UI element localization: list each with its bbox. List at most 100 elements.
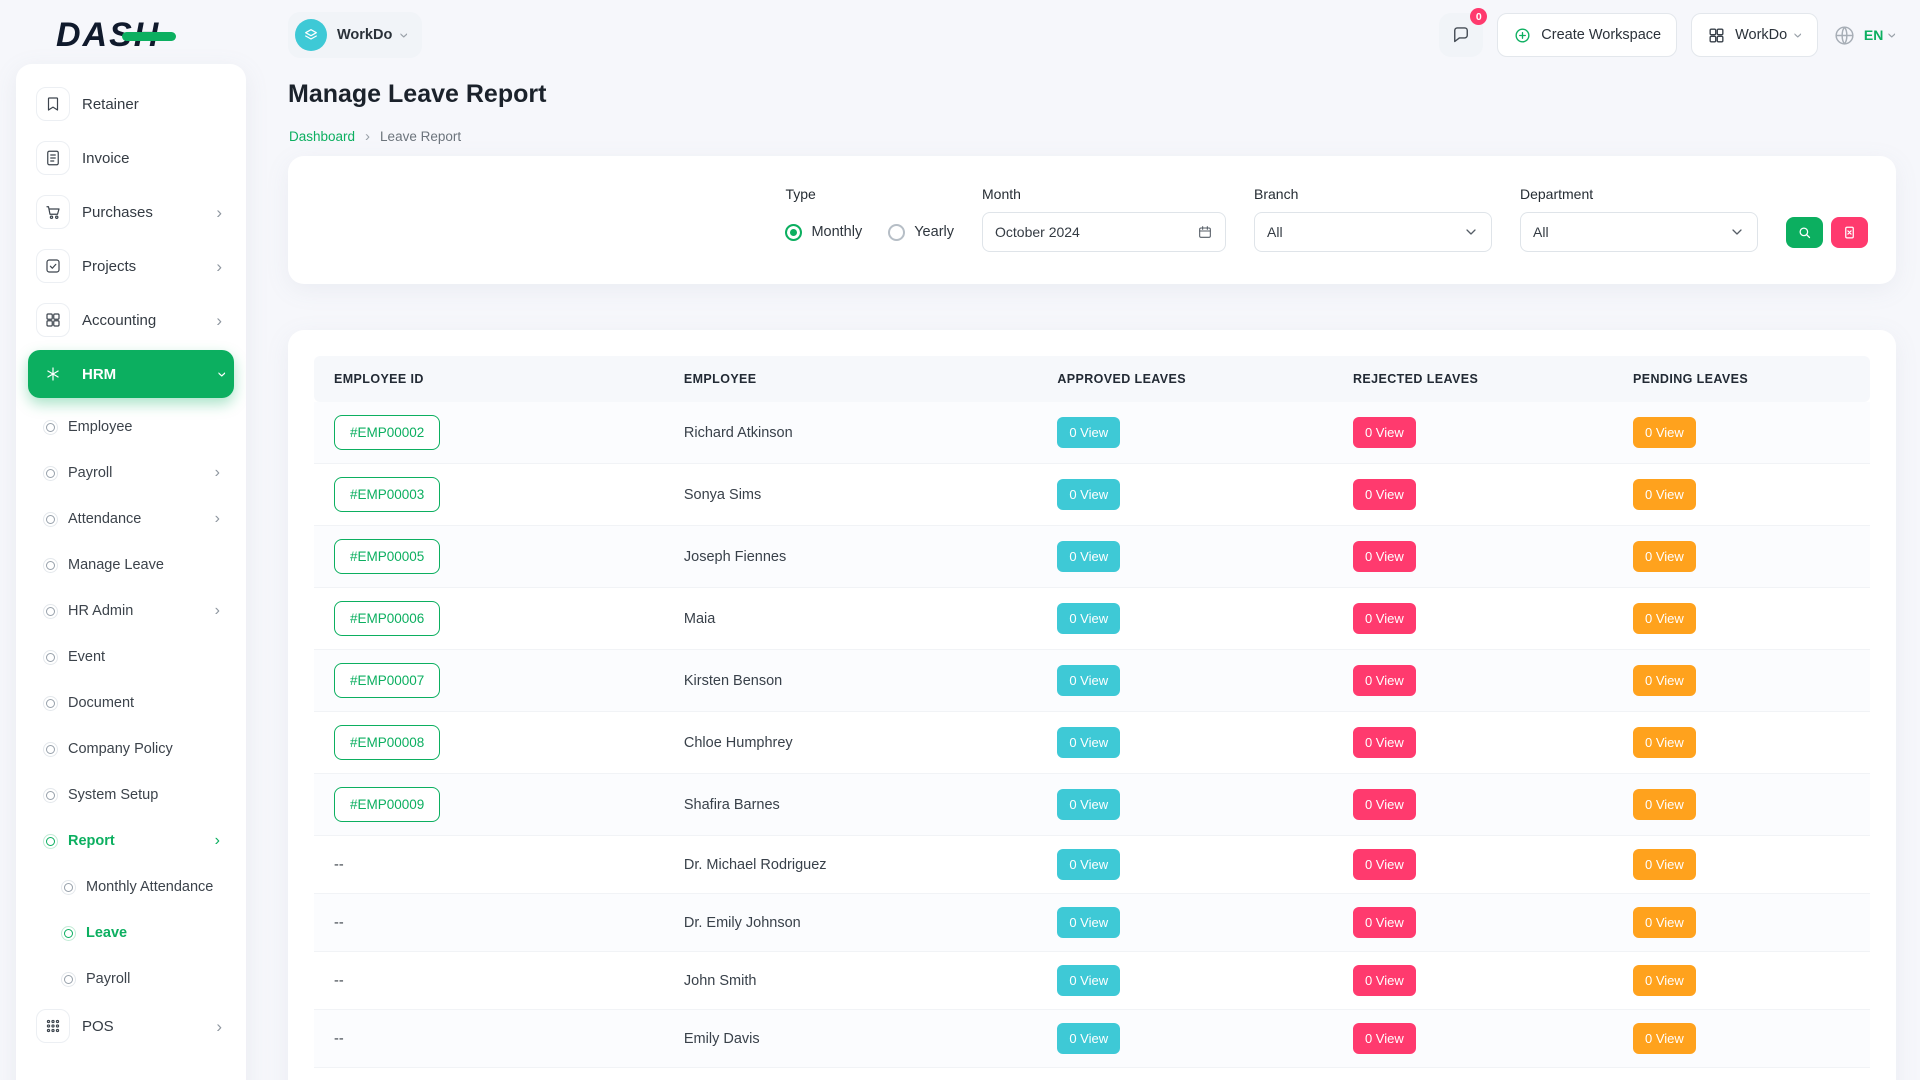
sidebar-item-document[interactable]: Document xyxy=(28,680,234,726)
department-value: All xyxy=(1533,224,1549,240)
sidebar-item-monthly-attendance[interactable]: Monthly Attendance xyxy=(28,864,234,910)
month-label: Month xyxy=(982,186,1226,202)
pending-leaves-view-button[interactable]: 0 View xyxy=(1633,417,1696,448)
sidebar-item-hrm[interactable]: HRM› xyxy=(28,350,234,398)
employee-name-cell: James Brown xyxy=(672,1068,1045,1080)
pending-leaves-view-button[interactable]: 0 View xyxy=(1633,965,1696,996)
approved-leaves-view-button[interactable]: 0 View xyxy=(1057,907,1120,938)
approved-leaves-view-button[interactable]: 0 View xyxy=(1057,727,1120,758)
chevron-down-icon xyxy=(1463,224,1479,240)
table-row: --Emily Davis0 View0 View0 View xyxy=(314,1010,1870,1068)
sidebar-item-accounting[interactable]: Accounting› xyxy=(28,296,234,344)
employee-id-button[interactable]: #EMP00007 xyxy=(334,663,440,698)
employee-id-cell: #EMP00002 xyxy=(314,402,672,464)
branch-label: Branch xyxy=(1254,186,1492,202)
month-input[interactable]: October 2024 xyxy=(982,212,1226,252)
sidebar-item-label: Accounting xyxy=(82,312,156,329)
sidebar-item-report[interactable]: Report› xyxy=(28,818,234,864)
pending-leaves-view-button[interactable]: 0 View xyxy=(1633,907,1696,938)
approved-leaves-view-button[interactable]: 0 View xyxy=(1057,789,1120,820)
pending-leaves-cell: 0 View xyxy=(1621,1010,1870,1068)
sidebar-item-label: Payroll xyxy=(68,465,112,481)
branch-select[interactable]: All xyxy=(1254,212,1492,252)
bullet-icon xyxy=(64,929,73,938)
chevron-right-icon: › xyxy=(216,258,226,275)
sidebar-item-payroll[interactable]: Payroll xyxy=(28,956,234,1002)
employee-id-cell: #EMP00007 xyxy=(314,650,672,712)
rejected-leaves-view-button[interactable]: 0 View xyxy=(1353,1023,1416,1054)
bullet-icon xyxy=(46,791,55,800)
radio-yearly[interactable]: Yearly xyxy=(888,224,954,241)
rejected-leaves-cell: 0 View xyxy=(1341,1068,1621,1080)
radio-monthly-circle-icon xyxy=(785,224,802,241)
sidebar-item-event[interactable]: Event xyxy=(28,634,234,680)
sidebar-item-purchases[interactable]: Purchases› xyxy=(28,188,234,236)
radio-yearly-label: Yearly xyxy=(914,224,954,240)
leave-report-card: EMPLOYEE IDEMPLOYEEAPPROVED LEAVESREJECT… xyxy=(288,330,1896,1080)
sidebar-item-hr-admin[interactable]: HR Admin› xyxy=(28,588,234,634)
sidebar-item-system-setup[interactable]: System Setup xyxy=(28,772,234,818)
pending-leaves-cell: 0 View xyxy=(1621,464,1870,526)
employee-id-button[interactable]: #EMP00002 xyxy=(334,415,440,450)
pending-leaves-view-button[interactable]: 0 View xyxy=(1633,727,1696,758)
leave-report-table: EMPLOYEE IDEMPLOYEEAPPROVED LEAVESREJECT… xyxy=(314,356,1870,1080)
employee-id-button[interactable]: #EMP00006 xyxy=(334,601,440,636)
sidebar-item-pos[interactable]: POS› xyxy=(28,1002,234,1050)
breadcrumb-dashboard-link[interactable]: Dashboard xyxy=(289,129,355,144)
sidebar-item-projects[interactable]: Projects › xyxy=(28,242,234,290)
pending-leaves-view-button[interactable]: 0 View xyxy=(1633,603,1696,634)
approved-leaves-view-button[interactable]: 0 View xyxy=(1057,1023,1120,1054)
approved-leaves-cell: 0 View xyxy=(1045,952,1341,1010)
sidebar-item-label: Invoice xyxy=(82,150,130,167)
employee-id-button[interactable]: #EMP00003 xyxy=(334,477,440,512)
search-button[interactable] xyxy=(1786,217,1823,248)
type-radio-group: Monthly Yearly xyxy=(785,212,954,252)
sidebar-item-label: Projects xyxy=(82,258,136,275)
rejected-leaves-view-button[interactable]: 0 View xyxy=(1353,665,1416,696)
pending-leaves-view-button[interactable]: 0 View xyxy=(1633,1023,1696,1054)
pending-leaves-view-button[interactable]: 0 View xyxy=(1633,789,1696,820)
rejected-leaves-view-button[interactable]: 0 View xyxy=(1353,541,1416,572)
table-row: #EMP00002Richard Atkinson0 View0 View0 V… xyxy=(314,402,1870,464)
pending-leaves-view-button[interactable]: 0 View xyxy=(1633,665,1696,696)
reset-file-icon xyxy=(1842,225,1857,240)
department-select[interactable]: All xyxy=(1520,212,1758,252)
rejected-leaves-view-button[interactable]: 0 View xyxy=(1353,479,1416,510)
radio-monthly[interactable]: Monthly xyxy=(785,224,862,241)
dash-logo: DASH xyxy=(56,16,160,55)
approved-leaves-view-button[interactable]: 0 View xyxy=(1057,479,1120,510)
sidebar-item-retainer[interactable]: Retainer xyxy=(28,80,234,128)
pending-leaves-view-button[interactable]: 0 View xyxy=(1633,479,1696,510)
sidebar-item-leave[interactable]: Leave xyxy=(28,910,234,956)
sidebar-item-label: Event xyxy=(68,649,105,665)
rejected-leaves-view-button[interactable]: 0 View xyxy=(1353,417,1416,448)
approved-leaves-view-button[interactable]: 0 View xyxy=(1057,417,1120,448)
rejected-leaves-view-button[interactable]: 0 View xyxy=(1353,603,1416,634)
table-row: #EMP00005Joseph Fiennes0 View0 View0 Vie… xyxy=(314,526,1870,588)
sidebar-item-manage-leave[interactable]: Manage Leave xyxy=(28,542,234,588)
sidebar-item-employee[interactable]: Employee xyxy=(28,404,234,450)
pending-leaves-view-button[interactable]: 0 View xyxy=(1633,541,1696,572)
rejected-leaves-view-button[interactable]: 0 View xyxy=(1353,727,1416,758)
rejected-leaves-view-button[interactable]: 0 View xyxy=(1353,789,1416,820)
sidebar-item-payroll[interactable]: Payroll› xyxy=(28,450,234,496)
approved-leaves-view-button[interactable]: 0 View xyxy=(1057,965,1120,996)
sidebar-item-company-policy[interactable]: Company Policy xyxy=(28,726,234,772)
rejected-leaves-view-button[interactable]: 0 View xyxy=(1353,907,1416,938)
reset-button[interactable] xyxy=(1831,217,1868,248)
employee-id-button[interactable]: #EMP00009 xyxy=(334,787,440,822)
approved-leaves-view-button[interactable]: 0 View xyxy=(1057,603,1120,634)
approved-leaves-view-button[interactable]: 0 View xyxy=(1057,849,1120,880)
rejected-leaves-view-button[interactable]: 0 View xyxy=(1353,965,1416,996)
sidebar-item-label: Company Policy xyxy=(68,741,173,757)
rejected-leaves-view-button[interactable]: 0 View xyxy=(1353,849,1416,880)
employee-id-button[interactable]: #EMP00005 xyxy=(334,539,440,574)
sidebar-item-invoice[interactable]: Invoice xyxy=(28,134,234,182)
employee-id-button[interactable]: #EMP00008 xyxy=(334,725,440,760)
approved-leaves-view-button[interactable]: 0 View xyxy=(1057,541,1120,572)
pending-leaves-cell: 0 View xyxy=(1621,402,1870,464)
employee-id-text: -- xyxy=(334,973,344,989)
approved-leaves-view-button[interactable]: 0 View xyxy=(1057,665,1120,696)
pending-leaves-view-button[interactable]: 0 View xyxy=(1633,849,1696,880)
sidebar-item-attendance[interactable]: Attendance› xyxy=(28,496,234,542)
